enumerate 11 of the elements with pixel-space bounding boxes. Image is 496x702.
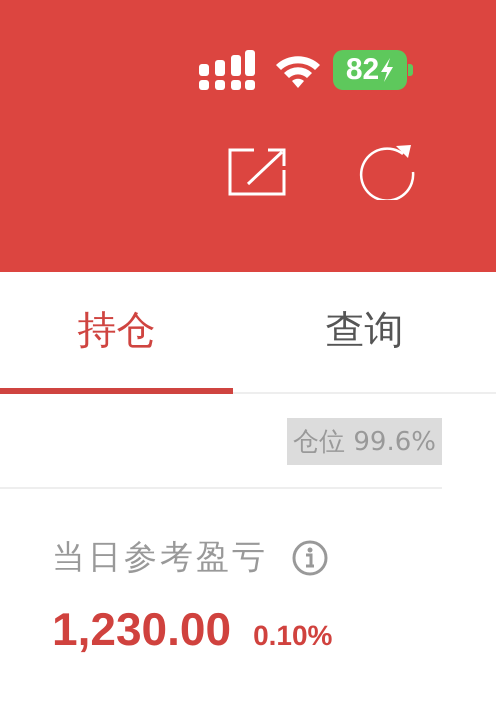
profit-value: 1,230.00: [52, 602, 232, 656]
profit-label: 当日参考盈亏: [52, 536, 268, 578]
profit-percent: 0.10%: [253, 620, 332, 652]
tab[interactable]: 持仓: [0, 272, 233, 394]
refresh-icon[interactable]: [358, 144, 416, 200]
share-icon[interactable]: [228, 148, 286, 196]
position-badge: 仓位 99.6%: [287, 418, 442, 465]
signal-icon: [199, 50, 255, 90]
tab[interactable]: 查询: [233, 272, 496, 394]
info-icon[interactable]: [292, 540, 328, 576]
battery-level: 82: [346, 53, 380, 87]
